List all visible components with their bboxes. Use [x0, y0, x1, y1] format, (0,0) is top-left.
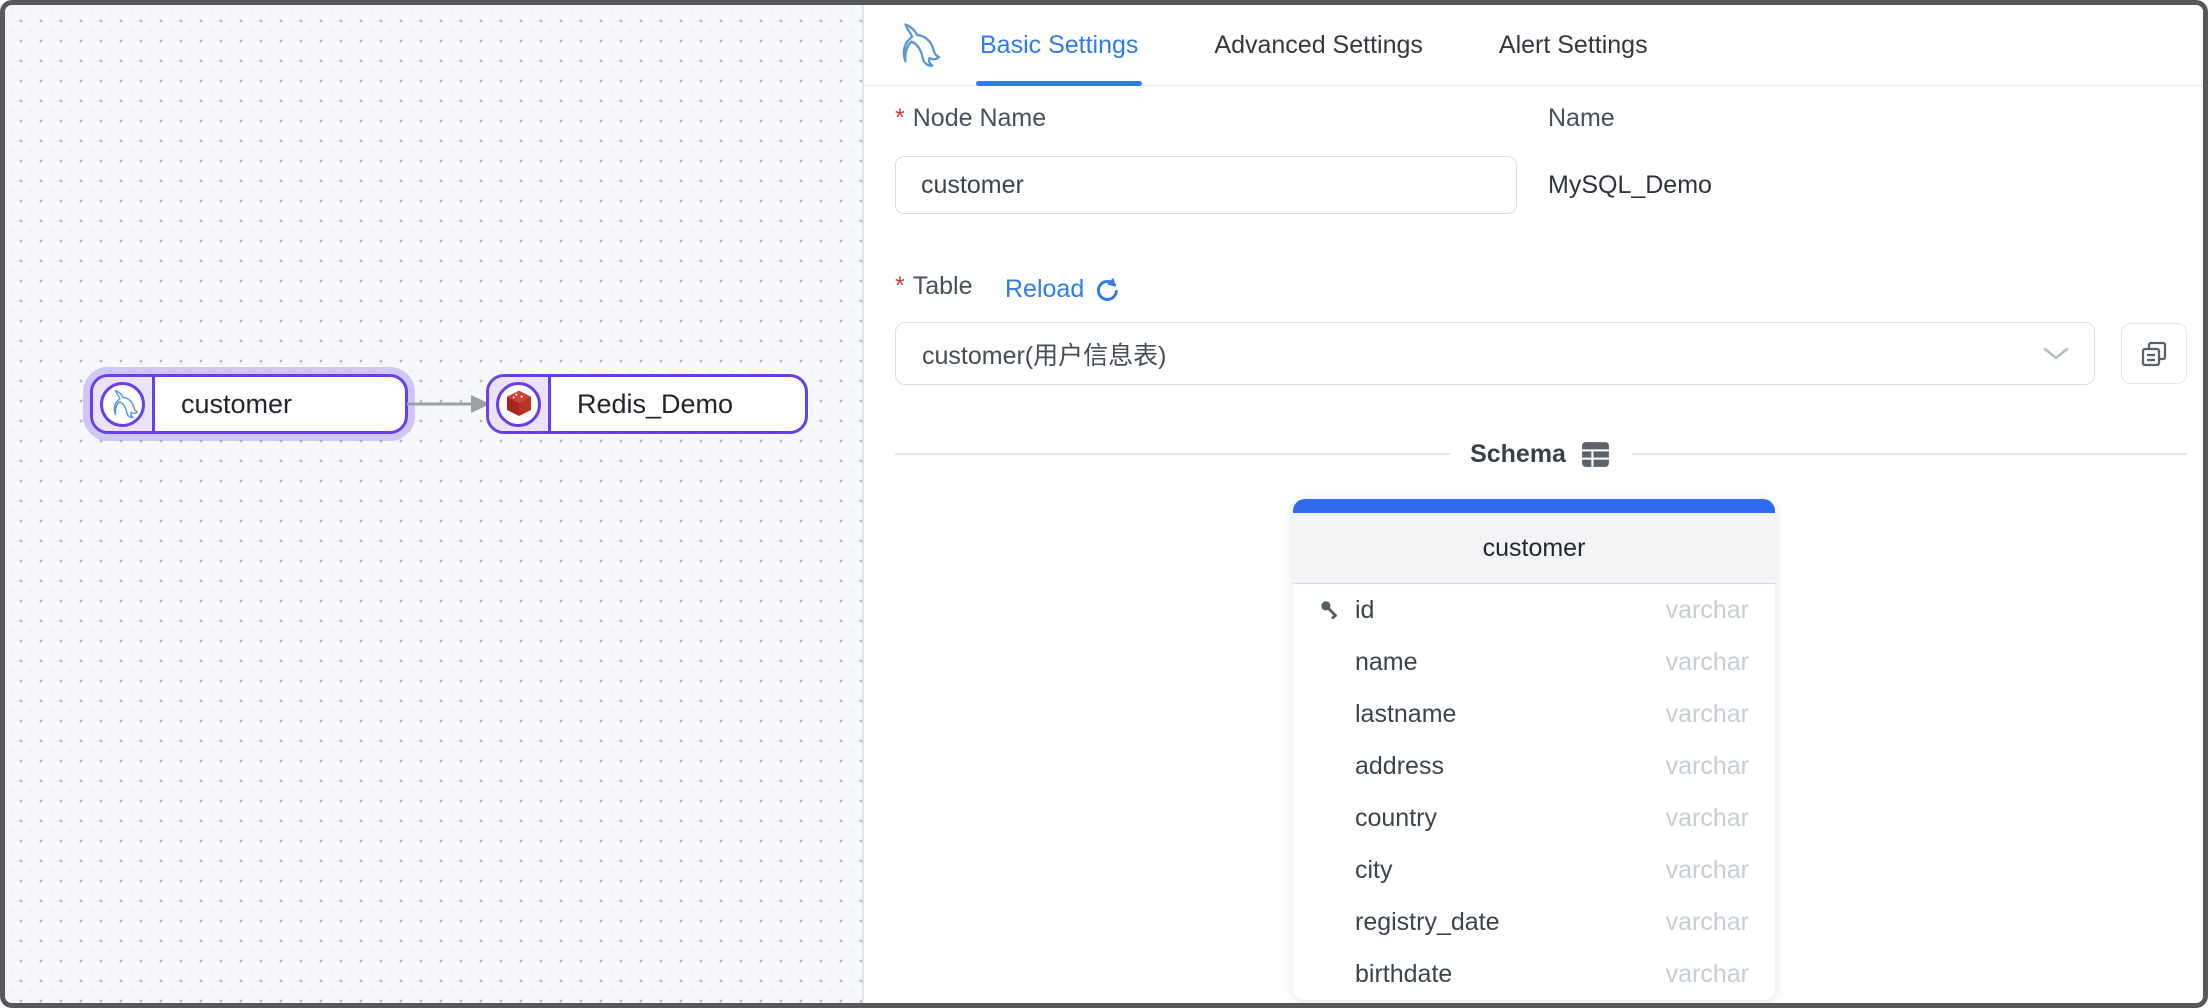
table-label: * Table	[895, 272, 973, 301]
pk-slot	[1319, 599, 1355, 621]
tab-alert-settings[interactable]: Alert Settings	[1499, 5, 1648, 86]
flow-node-customer[interactable]: customer	[90, 374, 408, 434]
schema-row: registry_date varchar	[1293, 896, 1775, 948]
flow-node-redis[interactable]: Redis_Demo	[486, 374, 808, 434]
schema-row: birthdate varchar	[1293, 948, 1775, 1000]
pk-slot	[1319, 651, 1355, 673]
node-icon-circle	[100, 382, 145, 427]
chevron-down-icon	[2042, 346, 2070, 362]
column-type: varchar	[1666, 804, 1749, 833]
column-name: birthdate	[1355, 960, 1666, 989]
schema-card-topbar	[1293, 499, 1775, 513]
settings-panel: Basic Settings Advanced Settings Alert S…	[864, 5, 2203, 1003]
column-name: id	[1355, 596, 1666, 625]
copy-icon	[2138, 338, 2170, 370]
required-asterisk: *	[895, 272, 905, 301]
schema-row: address varchar	[1293, 740, 1775, 792]
mysql-icon	[894, 22, 940, 68]
column-name: country	[1355, 804, 1666, 833]
column-name: name	[1355, 648, 1666, 677]
table-select-value: customer(用户信息表)	[922, 336, 1166, 372]
reload-link[interactable]: Reload	[1005, 272, 1120, 306]
column-name: lastname	[1355, 700, 1666, 729]
column-name: city	[1355, 856, 1666, 885]
column-type: varchar	[1666, 700, 1749, 729]
pk-slot	[1319, 859, 1355, 881]
copy-button[interactable]	[2121, 323, 2187, 384]
schema-row: city varchar	[1293, 844, 1775, 896]
pk-slot	[1319, 807, 1355, 829]
column-type: varchar	[1666, 856, 1749, 885]
column-type: varchar	[1666, 960, 1749, 989]
flow-canvas[interactable]: customer Redis_Demo	[5, 5, 862, 1003]
column-name: address	[1355, 752, 1666, 781]
pk-slot	[1319, 755, 1355, 777]
redis-icon	[503, 388, 535, 420]
node-name-label: * Node Name	[895, 104, 1046, 133]
column-type: varchar	[1666, 908, 1749, 937]
column-type: varchar	[1666, 752, 1749, 781]
column-type: varchar	[1666, 648, 1749, 677]
node-name-input[interactable]	[895, 156, 1517, 214]
schema-row: id varchar	[1293, 584, 1775, 636]
reload-icon	[1093, 276, 1120, 303]
tab-advanced-settings[interactable]: Advanced Settings	[1214, 5, 1422, 86]
schema-section-title: Schema	[1470, 440, 1566, 469]
primary-key-icon	[1319, 599, 1341, 621]
schema-card: customer id varchar name varchar	[1293, 499, 1775, 1000]
node-icon-section	[489, 377, 551, 431]
datasource-name-value: MySQL_Demo	[1548, 156, 1712, 214]
app-window: customer Redis_Demo Basic Settings Advan…	[0, 0, 2208, 1008]
schema-column-list: id varchar name varchar lastname varchar	[1293, 584, 1775, 1000]
column-name: registry_date	[1355, 908, 1666, 937]
datasource-name-label: Name	[1548, 104, 1615, 133]
tab-basic-settings[interactable]: Basic Settings	[980, 5, 1138, 86]
required-asterisk: *	[895, 104, 905, 133]
edge-arrow	[403, 389, 493, 419]
node-icon-circle	[496, 382, 541, 427]
schema-row: name varchar	[1293, 636, 1775, 688]
schema-table-name: customer	[1293, 513, 1775, 584]
schema-section-divider: Schema	[895, 435, 2187, 473]
table-icon	[1579, 438, 1612, 471]
table-select[interactable]: customer(用户信息表)	[895, 322, 2095, 385]
schema-row: lastname varchar	[1293, 688, 1775, 740]
divider-line	[895, 453, 1450, 455]
pk-slot	[1319, 703, 1355, 725]
divider-line	[1632, 453, 2187, 455]
node-label: Redis_Demo	[551, 377, 759, 431]
tab-bar: Basic Settings Advanced Settings Alert S…	[864, 5, 2203, 86]
pk-slot	[1319, 963, 1355, 985]
schema-row: country varchar	[1293, 792, 1775, 844]
mysql-icon	[108, 389, 138, 419]
column-type: varchar	[1666, 596, 1749, 625]
node-label: customer	[155, 377, 318, 431]
node-icon-section	[93, 377, 155, 431]
pk-slot	[1319, 911, 1355, 933]
